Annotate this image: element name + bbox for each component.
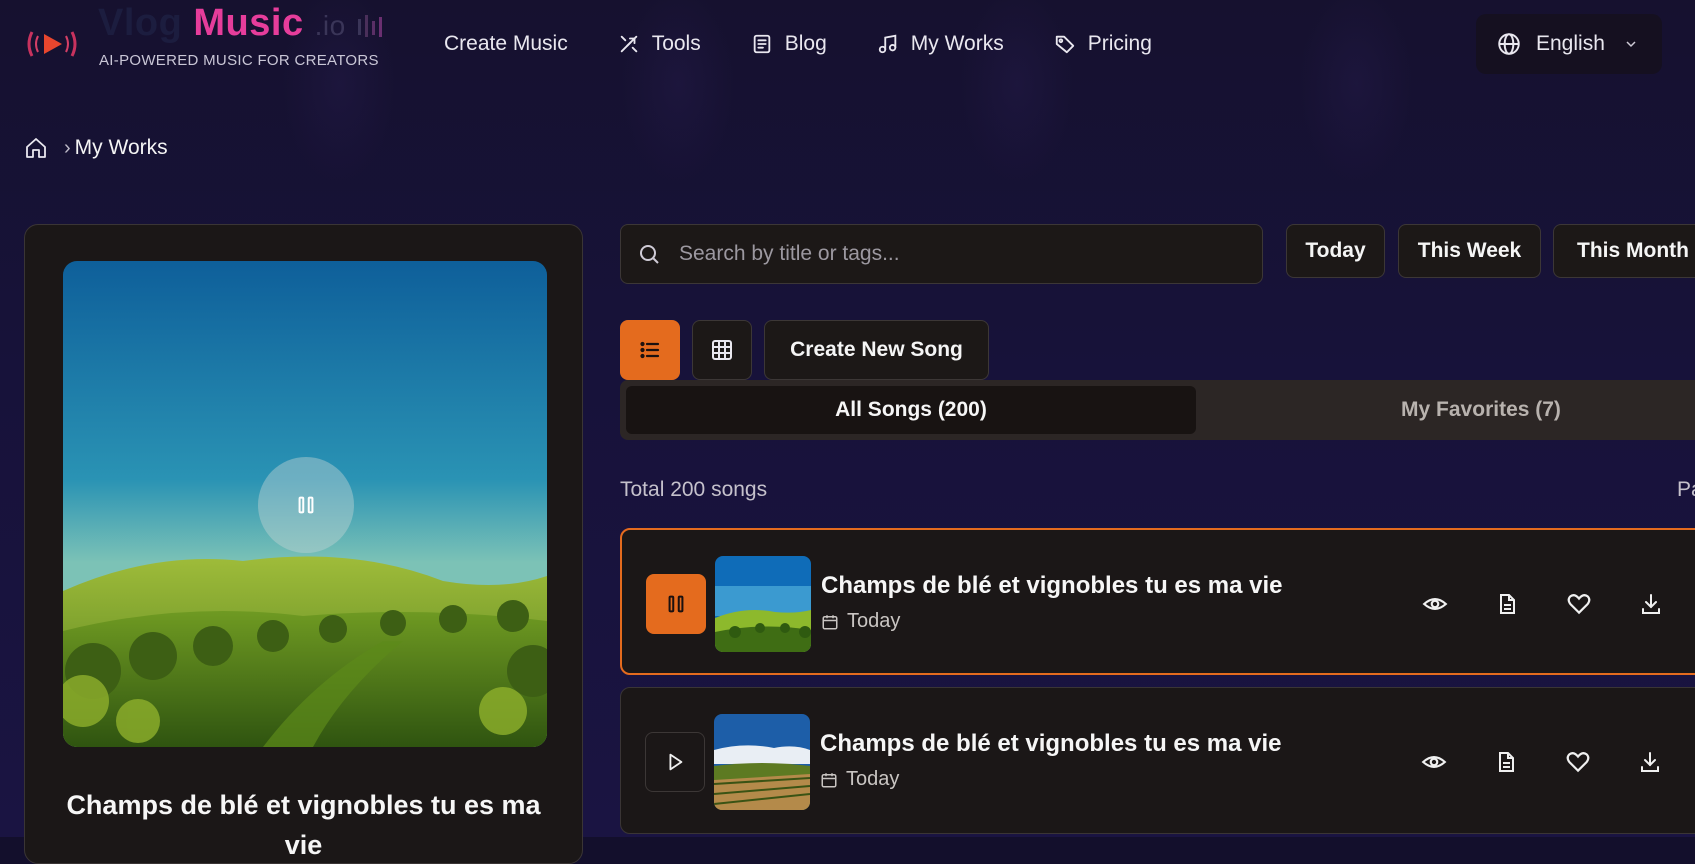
brand-name-part3: .io	[314, 10, 346, 41]
tab-my-favorites[interactable]: My Favorites (7)	[1196, 386, 1695, 434]
main-nav: Create Music Tools Blog My Works Pricing	[444, 30, 1202, 58]
equalizer-icon	[357, 14, 382, 37]
tools-icon	[620, 35, 637, 53]
song-tabs: All Songs (200) My Favorites (7)	[620, 380, 1695, 440]
eye-icon	[1422, 598, 1448, 610]
filter-this-month[interactable]: This Month	[1553, 224, 1695, 278]
nav-tools-label: Tools	[651, 32, 701, 55]
nav-create-music[interactable]: Create Music	[444, 32, 568, 56]
lyrics-button[interactable]	[1490, 746, 1522, 778]
eye-icon	[1421, 756, 1447, 768]
view-button[interactable]	[1419, 588, 1451, 620]
nav-pricing[interactable]: Pricing	[1054, 32, 1152, 56]
lyrics-button[interactable]	[1491, 588, 1523, 620]
song-date: Today	[821, 610, 900, 633]
brand-name-part2: Music	[193, 2, 304, 44]
nav-my-works-label: My Works	[910, 32, 1004, 55]
song-date-label: Today	[847, 610, 901, 632]
nav-blog[interactable]: Blog	[751, 32, 827, 56]
play-icon	[669, 753, 683, 771]
download-button[interactable]	[1634, 746, 1666, 778]
song-row[interactable]: Champs de blé et vignobles tu es ma vie …	[620, 687, 1695, 834]
heart-icon	[1567, 594, 1591, 615]
nav-blog-label: Blog	[784, 32, 827, 55]
grid-icon	[712, 340, 732, 360]
brand-name: Vlog Music .io	[98, 2, 387, 45]
logo-play-icon	[27, 31, 77, 57]
favorite-button[interactable]	[1563, 588, 1595, 620]
song-title: Champs de blé et vignobles tu es ma vie	[821, 572, 1283, 599]
cover-artwork	[63, 261, 547, 747]
home-icon[interactable]	[24, 136, 48, 160]
grid-view-button[interactable]	[692, 320, 752, 380]
filter-today[interactable]: Today	[1286, 224, 1385, 278]
song-title: Champs de blé et vignobles tu es ma vie	[820, 730, 1282, 757]
tab-all-songs[interactable]: All Songs (200)	[626, 386, 1196, 434]
chevron-down-icon	[1626, 41, 1636, 48]
download-icon	[1641, 752, 1659, 772]
download-icon	[1642, 594, 1660, 614]
search-box	[620, 224, 1263, 284]
document-icon	[1499, 752, 1514, 772]
favorite-button[interactable]	[1562, 746, 1594, 778]
globe-icon	[1498, 33, 1520, 55]
row-pause-button[interactable]	[646, 574, 706, 634]
document-icon	[753, 34, 770, 54]
nav-my-works[interactable]: My Works	[877, 32, 1004, 56]
list-view-button[interactable]	[620, 320, 680, 380]
heart-icon	[1566, 752, 1590, 773]
total-songs-count: Total 200 songs	[620, 478, 768, 501]
nav-pricing-label: Pricing	[1087, 32, 1152, 55]
now-playing-title: Champs de blé et vignobles tu es ma vie	[66, 790, 541, 860]
song-date: Today	[820, 768, 899, 791]
song-thumbnail	[714, 714, 810, 810]
pause-icon	[298, 496, 314, 514]
row-play-button[interactable]	[645, 732, 705, 792]
now-playing-card: Champs de blé et vignobles tu es ma vie	[24, 224, 583, 864]
breadcrumb-current: My Works	[74, 136, 168, 159]
cover-pause-button[interactable]	[258, 457, 354, 553]
song-thumbnail	[715, 556, 811, 652]
search-icon	[640, 245, 659, 264]
song-actions	[1419, 588, 1695, 620]
song-actions	[1418, 746, 1695, 778]
tag-icon	[1055, 35, 1074, 54]
calendar-icon	[821, 772, 837, 787]
brand-logo[interactable]: Vlog Music .io AI-POWERED MUSIC FOR CREA…	[24, 2, 384, 70]
view-button[interactable]	[1418, 746, 1450, 778]
nav-tools[interactable]: Tools	[618, 32, 701, 56]
song-row[interactable]: Champs de blé et vignobles tu es ma vie …	[620, 528, 1695, 675]
language-selector[interactable]: English	[1476, 14, 1662, 74]
filter-this-week[interactable]: This Week	[1398, 224, 1541, 278]
list-icon	[640, 341, 660, 359]
document-icon	[1500, 594, 1515, 614]
create-new-song-button[interactable]: Create New Song	[764, 320, 989, 380]
pause-icon	[668, 595, 684, 613]
pagination-label: Pa	[1677, 478, 1695, 501]
language-label: English	[1536, 32, 1605, 55]
music-note-icon	[878, 34, 897, 54]
brand-tagline: AI-POWERED MUSIC FOR CREATORS	[99, 52, 379, 69]
calendar-icon	[822, 614, 838, 629]
brand-name-part1: Vlog	[98, 2, 183, 44]
breadcrumb-separator: ›	[64, 136, 71, 159]
download-button[interactable]	[1635, 588, 1667, 620]
search-input[interactable]	[677, 241, 1241, 267]
song-date-label: Today	[846, 768, 900, 790]
breadcrumb: › My Works	[24, 136, 168, 160]
nav-create-music-label: Create Music	[444, 32, 568, 55]
